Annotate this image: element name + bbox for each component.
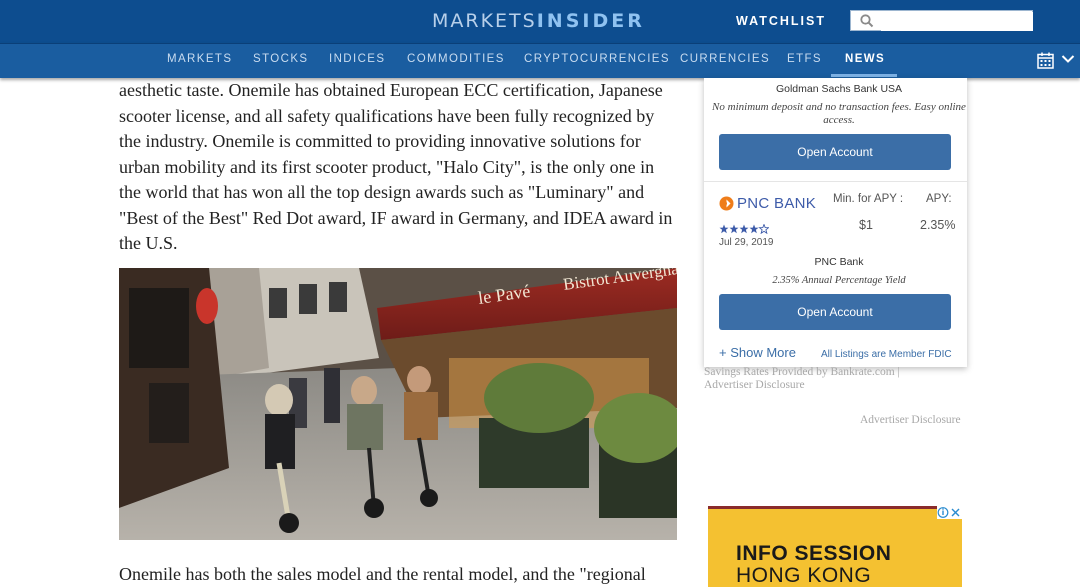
nav-cryptocurrencies[interactable]: CRYPTOCURRENCIES	[524, 53, 670, 65]
article-photo: le Pavé Bistrot Auvergnat	[119, 268, 677, 540]
article-paragraph: aesthetic taste. Onemile has obtained Eu…	[119, 80, 673, 253]
ad-top-stripe	[708, 506, 962, 509]
search-icon[interactable]	[860, 14, 874, 28]
ad-subline: HONG KONG	[736, 564, 872, 587]
min-apy-label: Min. for APY :	[833, 193, 904, 205]
rating-stars-icon	[719, 224, 769, 234]
pnc-open-account-button[interactable]: Open Account	[719, 294, 951, 330]
article-paragraph-continued: Onemile has both the sales model and the…	[119, 564, 646, 584]
fdic-link[interactable]: All Listings are Member FDIC	[821, 349, 952, 360]
apy-label: APY:	[926, 193, 952, 205]
calendar-icon[interactable]	[1037, 52, 1054, 69]
min-apy-value: $1	[859, 218, 873, 232]
ad-headline: INFO SESSION	[736, 542, 892, 565]
search-input[interactable]	[881, 12, 1033, 31]
nav-stocks[interactable]: STOCKS	[253, 53, 308, 65]
chevron-down-icon[interactable]	[1061, 54, 1075, 64]
search-box[interactable]	[850, 10, 1033, 31]
pnc-logo-icon	[719, 196, 734, 211]
goldman-bank-name: Goldman Sachs Bank USA	[775, 83, 903, 95]
savings-rates-widget: Goldman Sachs Bank USA No minimum deposi…	[704, 78, 967, 367]
show-more-link[interactable]: + Show More	[719, 345, 796, 360]
advertiser-disclosure-link[interactable]: Advertiser Disclosure	[860, 414, 961, 426]
ad-choices-close-icon[interactable]	[937, 506, 962, 519]
nav-indices[interactable]: INDICES	[329, 53, 385, 65]
goldman-description: No minimum deposit and no transaction fe…	[712, 101, 966, 126]
rates-provider-note: Savings Rates Provided by Bankrate.com |…	[704, 366, 900, 391]
pnc-yield-text: 2.35% Annual Percentage Yield	[772, 275, 906, 286]
nav-currencies[interactable]: CURRENCIES	[680, 53, 770, 65]
top-header: MARKETSINSIDER WATCHLIST	[0, 0, 1080, 43]
main-nav: MARKETS STOCKS INDICES COMMODITIES CRYPT…	[0, 43, 1080, 78]
apy-value: 2.35%	[920, 218, 956, 232]
goldman-open-account-button[interactable]: Open Account	[719, 134, 951, 170]
nav-markets[interactable]: MARKETS	[167, 53, 232, 65]
watchlist-link[interactable]: WATCHLIST	[736, 14, 826, 28]
nav-news[interactable]: NEWS	[845, 53, 885, 65]
rate-date: Jul 29, 2019	[719, 237, 774, 248]
divider	[704, 181, 967, 182]
pnc-bank-logo-text: PNC BANK	[737, 195, 817, 212]
logo-insider-text: INSIDER	[536, 10, 645, 32]
nav-etfs[interactable]: ETFS	[787, 53, 822, 65]
logo-markets-text: MARKETS	[432, 10, 537, 32]
site-logo[interactable]: MARKETSINSIDER	[432, 10, 645, 32]
nav-commodities[interactable]: COMMODITIES	[407, 53, 505, 65]
active-tab-indicator	[831, 74, 897, 77]
ad-banner[interactable]: INFO SESSION HONG KONG	[708, 506, 962, 587]
pnc-bank-name: PNC Bank	[814, 256, 864, 268]
